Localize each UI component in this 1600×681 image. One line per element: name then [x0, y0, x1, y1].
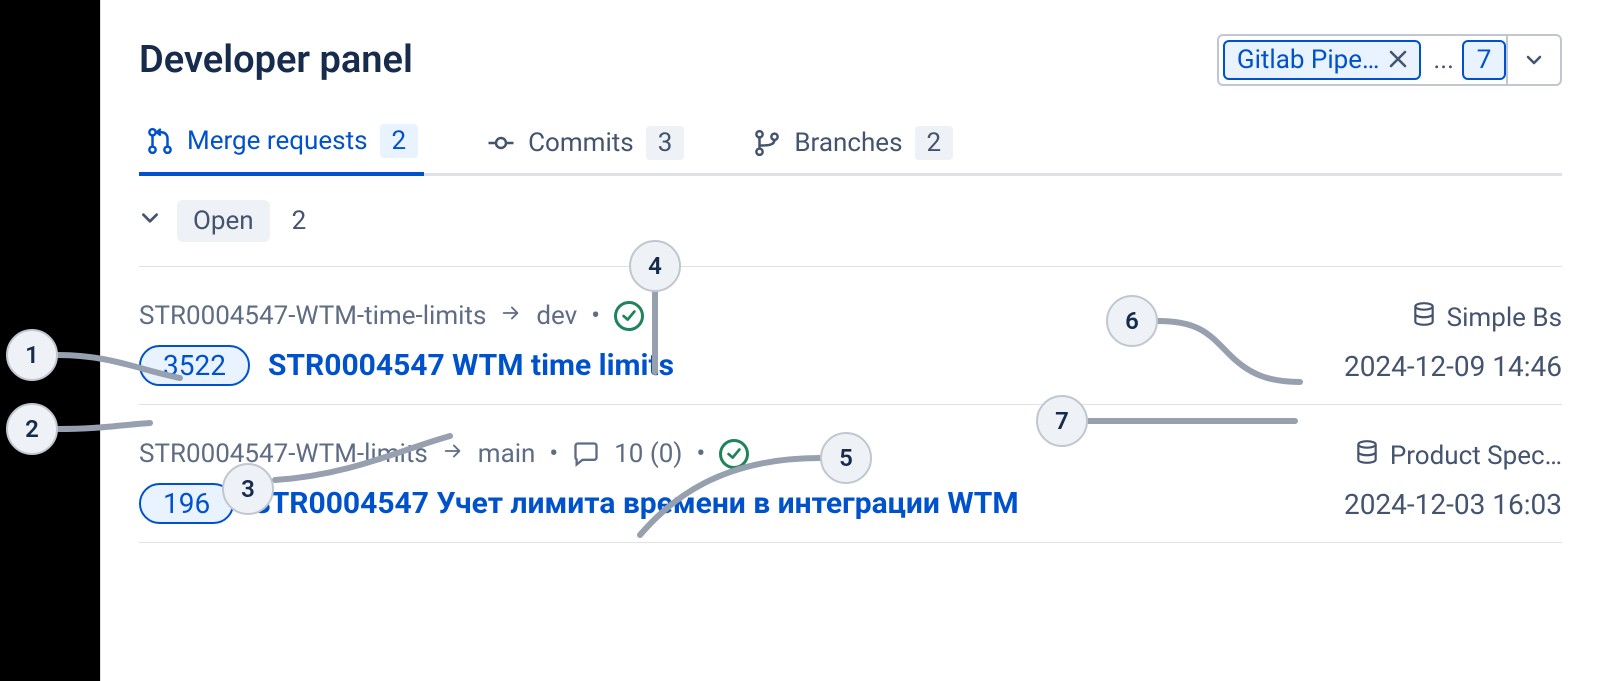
tab-badge: 3 [646, 126, 685, 160]
callout-2: 2 [6, 403, 58, 455]
callout-6: 6 [1106, 295, 1158, 347]
callout-7: 7 [1036, 395, 1088, 447]
pipeline-status-ok-icon [719, 439, 749, 469]
tab-label: Branches [794, 128, 902, 158]
tab-badge: 2 [380, 124, 419, 158]
tab-commits[interactable]: Commits 3 [480, 124, 690, 176]
panel-header: Developer panel Gitlab Pipe… ... 7 [139, 34, 1562, 86]
arrow-right-icon [442, 439, 464, 469]
target-branch: main [478, 439, 536, 469]
close-icon[interactable] [1389, 46, 1407, 74]
merge-request-date: 2024-12-03 16:03 [1302, 488, 1562, 521]
target-branch: dev [536, 301, 577, 331]
arrow-right-icon [500, 301, 522, 331]
tab-merge-requests[interactable]: Merge requests 2 [139, 124, 424, 176]
filter-group[interactable]: Gitlab Pipe… ... 7 [1217, 34, 1562, 86]
callout-3: 3 [222, 463, 274, 515]
tab-label: Commits [528, 128, 634, 158]
repo-name: Simple Bs [1411, 301, 1562, 334]
tab-branches[interactable]: Branches 2 [746, 124, 959, 176]
separator-dot: • [591, 301, 600, 331]
separator-dot: • [549, 439, 558, 469]
filter-ellipsis: ... [1421, 36, 1462, 84]
database-icon [1411, 301, 1437, 334]
source-branch: STR0004547-WTM-limits [139, 439, 428, 469]
merge-request-id[interactable]: 196 [139, 483, 234, 524]
filter-chip-label: Gitlab Pipe… [1237, 45, 1380, 75]
commit-icon [486, 128, 516, 158]
section-status-pill: Open [177, 200, 270, 242]
source-branch: STR0004547-WTM-time-limits [139, 301, 486, 331]
merge-request-title[interactable]: STR0004547 Учет лимита времени в интегра… [252, 486, 1018, 521]
merge-request-meta: STR0004547-WTM-limits main • 10 (0) • [139, 439, 1282, 469]
filter-chip[interactable]: Gitlab Pipe… [1223, 40, 1422, 80]
panel-title: Developer panel [139, 38, 413, 82]
tab-label: Merge requests [187, 126, 368, 156]
database-icon [1354, 439, 1380, 472]
filter-count: 7 [1462, 40, 1506, 80]
separator-dot: • [696, 439, 705, 469]
repo-name: Product Spec… [1354, 439, 1562, 472]
comment-icon [572, 440, 600, 468]
tab-badge: 2 [915, 126, 954, 160]
repo-label: Simple Bs [1447, 303, 1562, 333]
repo-label: Product Spec… [1390, 441, 1562, 471]
merge-request-item[interactable]: STR0004547-WTM-time-limits dev • 3522 ST… [139, 266, 1562, 404]
chevron-down-icon[interactable] [139, 206, 161, 236]
callout-4: 4 [629, 240, 681, 292]
merge-request-title[interactable]: STR0004547 WTM time limits [268, 348, 674, 383]
branch-icon [752, 128, 782, 158]
comment-count: 10 (0) [614, 439, 682, 469]
callout-5: 5 [820, 432, 872, 484]
callout-1: 1 [6, 329, 58, 381]
merge-request-icon [145, 126, 175, 156]
pipeline-status-ok-icon [614, 301, 644, 331]
section-count: 2 [286, 206, 307, 236]
merge-request-list: STR0004547-WTM-time-limits dev • 3522 ST… [139, 266, 1562, 543]
tabs: Merge requests 2 Commits 3 [139, 124, 1562, 176]
merge-request-date: 2024-12-09 14:46 [1302, 350, 1562, 383]
section-header[interactable]: Open 2 [139, 176, 1562, 266]
merge-request-id[interactable]: 3522 [139, 345, 250, 386]
chevron-down-icon[interactable] [1506, 36, 1560, 84]
developer-panel: Developer panel Gitlab Pipe… ... 7 [100, 0, 1600, 681]
